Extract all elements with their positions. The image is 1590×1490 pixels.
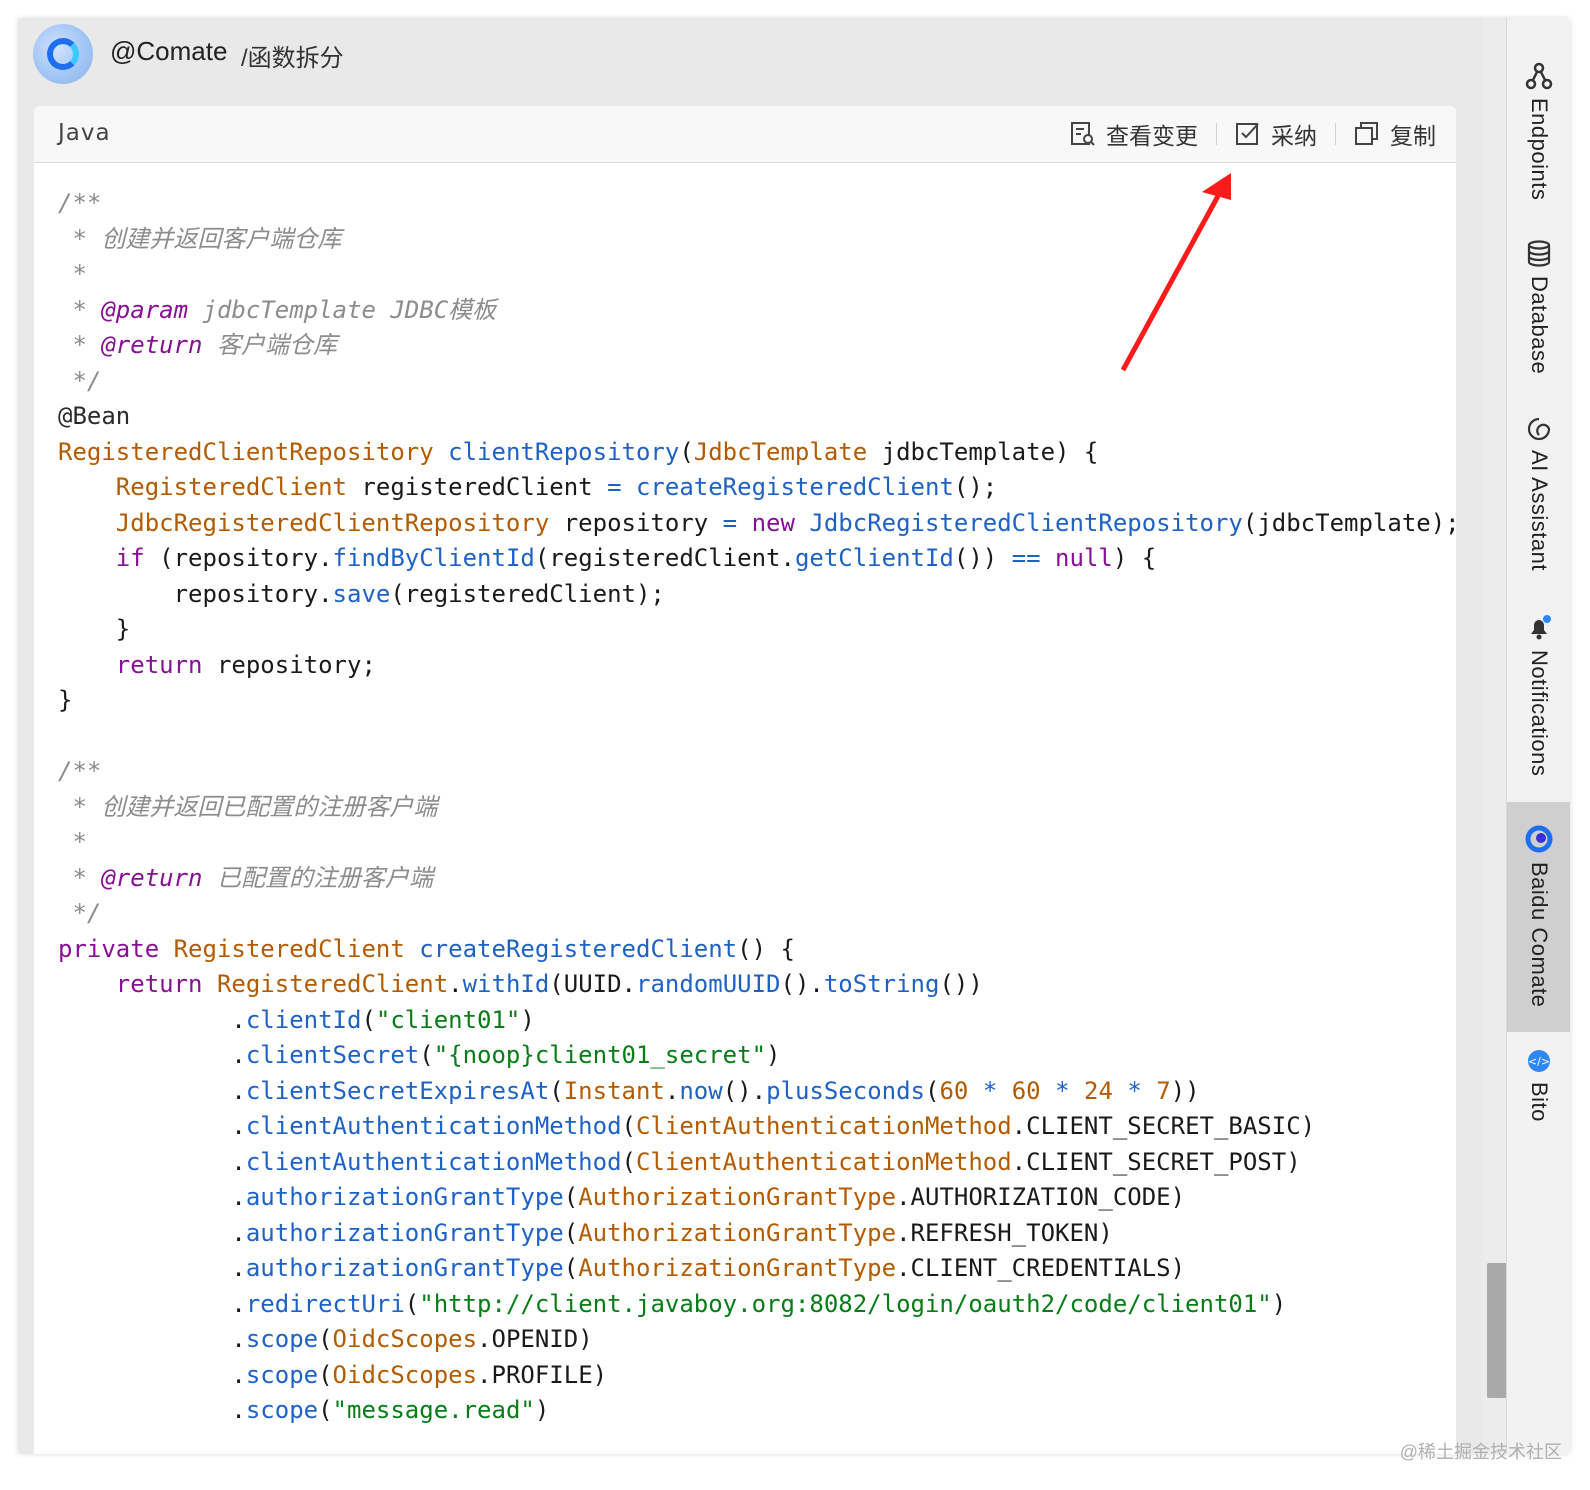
rail-item-endpoints[interactable]: Endpoints: [1507, 62, 1570, 200]
database-icon: [1527, 240, 1551, 267]
copy-label: 复制: [1390, 123, 1436, 149]
copy-button[interactable]: 复制: [1354, 117, 1436, 151]
scrollbar-thumb[interactable]: [1487, 1263, 1507, 1398]
rail-label-ai-assistant: AI Assistant: [1527, 450, 1552, 571]
code-line: */: [58, 899, 102, 927]
code-line: RegisteredClient registeredClient = crea…: [115, 473, 998, 501]
code-line: @Bean: [58, 402, 131, 430]
code-line: }: [58, 615, 131, 643]
ai-assistant-icon: [1527, 417, 1551, 441]
bito-icon: </>: [1528, 1050, 1550, 1072]
code-line: * 创建并返回已配置的注册客户端: [58, 792, 438, 821]
code-line: }: [58, 686, 73, 714]
checkbox-icon: [1236, 123, 1259, 145]
code-line: /**: [58, 757, 102, 785]
comate-icon: [1525, 825, 1553, 853]
sender-name: @Comate: [110, 36, 228, 66]
code-line: private RegisteredClient createRegistere…: [58, 934, 795, 963]
action-divider: [1216, 123, 1217, 145]
code-line: */: [58, 366, 102, 395]
diff-icon: [1071, 122, 1095, 146]
code-line: RegisteredClientRepository clientReposit…: [58, 437, 1099, 466]
code-line: .clientId("client01"): [58, 1005, 535, 1034]
action-divider: [1335, 123, 1336, 145]
comate-logo-icon: [47, 38, 79, 70]
endpoints-icon: [1525, 62, 1553, 90]
rail-label-baidu-comate: Baidu Comate: [1527, 862, 1552, 1008]
message-header: @Comate /函数拆分: [18, 18, 1498, 106]
annotation-arrow: [1120, 173, 1231, 372]
code-line: .clientSecretExpiresAt(Instant.now().plu…: [58, 1076, 1200, 1105]
code-line: .authorizationGrantType(AuthorizationGra…: [58, 1254, 1186, 1282]
code-line: .redirectUri("http://client.javaboy.org:…: [58, 1289, 1287, 1318]
rail-item-database[interactable]: Database: [1507, 240, 1570, 374]
code-line: .clientAuthenticationMethod(ClientAuthen…: [58, 1147, 1301, 1176]
view-changes-button[interactable]: 查看变更: [1070, 117, 1198, 151]
code-line: .authorizationGrantType(AuthorizationGra…: [58, 1183, 1186, 1211]
view-changes-label: 查看变更: [1106, 123, 1198, 149]
code-line: .scope(OidcScopes.PROFILE): [58, 1360, 608, 1389]
code-line: * 创建并返回客户端仓库: [58, 224, 342, 253]
code-line: * @param jdbcTemplate JDBC模板: [58, 295, 497, 324]
code-line: *: [58, 828, 87, 856]
ide-window: @Comate /函数拆分 Java 查看变更 采纳 复制 /** * 创建并返…: [18, 18, 1570, 1454]
code-line: /**: [58, 189, 102, 217]
watermark: @稀土掘金技术社区: [1399, 1442, 1562, 1462]
code-line: .scope("message.read"): [58, 1396, 550, 1424]
comate-avatar: [33, 24, 93, 84]
rail-item-ai-assistant[interactable]: AI Assistant: [1507, 416, 1570, 571]
code-line: .clientSecret("{noop}client01_secret"): [58, 1041, 781, 1069]
rail-item-bito[interactable]: </> Bito: [1507, 1048, 1570, 1122]
code-line: .clientAuthenticationMethod(ClientAuthen…: [58, 1112, 1316, 1140]
rail-label-endpoints: Endpoints: [1527, 98, 1552, 201]
code-actions: 查看变更 采纳 复制: [1070, 116, 1436, 152]
adopt-button[interactable]: 采纳: [1235, 117, 1317, 151]
scrollbar-track[interactable]: [1482, 18, 1506, 1454]
rail-label-bito: Bito: [1527, 1082, 1552, 1122]
rail-label-database: Database: [1527, 276, 1552, 375]
code-line: .scope(OidcScopes.OPENID): [58, 1325, 593, 1353]
code-line: return RegisteredClient.withId(UUID.rand…: [115, 970, 983, 998]
language-label: Java: [58, 120, 111, 146]
adopt-label: 采纳: [1271, 123, 1317, 149]
rail-item-baidu-comate[interactable]: Baidu Comate: [1507, 802, 1570, 1032]
code-line: .authorizationGrantType(AuthorizationGra…: [58, 1218, 1113, 1247]
code-line: * @return 客户端仓库: [58, 331, 337, 359]
code-line: * @return 已配置的注册客户端: [58, 863, 433, 892]
code-line: repository.save(registeredClient);: [58, 579, 665, 608]
code-line: JdbcRegisteredClientRepository repositor…: [115, 508, 1456, 537]
rail-label-notifications: Notifications: [1527, 650, 1552, 777]
copy-icon: [1355, 122, 1378, 145]
bell-icon: [1531, 615, 1551, 640]
code-card-header: Java 查看变更 采纳 复制: [34, 106, 1456, 163]
code-line: return repository;: [115, 650, 376, 679]
code-line: if (repository.findByClientId(registered…: [115, 544, 1157, 572]
svg-text:</>: </>: [1528, 1055, 1550, 1068]
code-line: *: [58, 260, 87, 288]
command-label: /函数拆分: [241, 45, 344, 72]
right-tool-rail: Endpoints Database AI Assistant Notifica…: [1506, 18, 1570, 1454]
rail-item-notifications[interactable]: Notifications: [1507, 614, 1570, 776]
